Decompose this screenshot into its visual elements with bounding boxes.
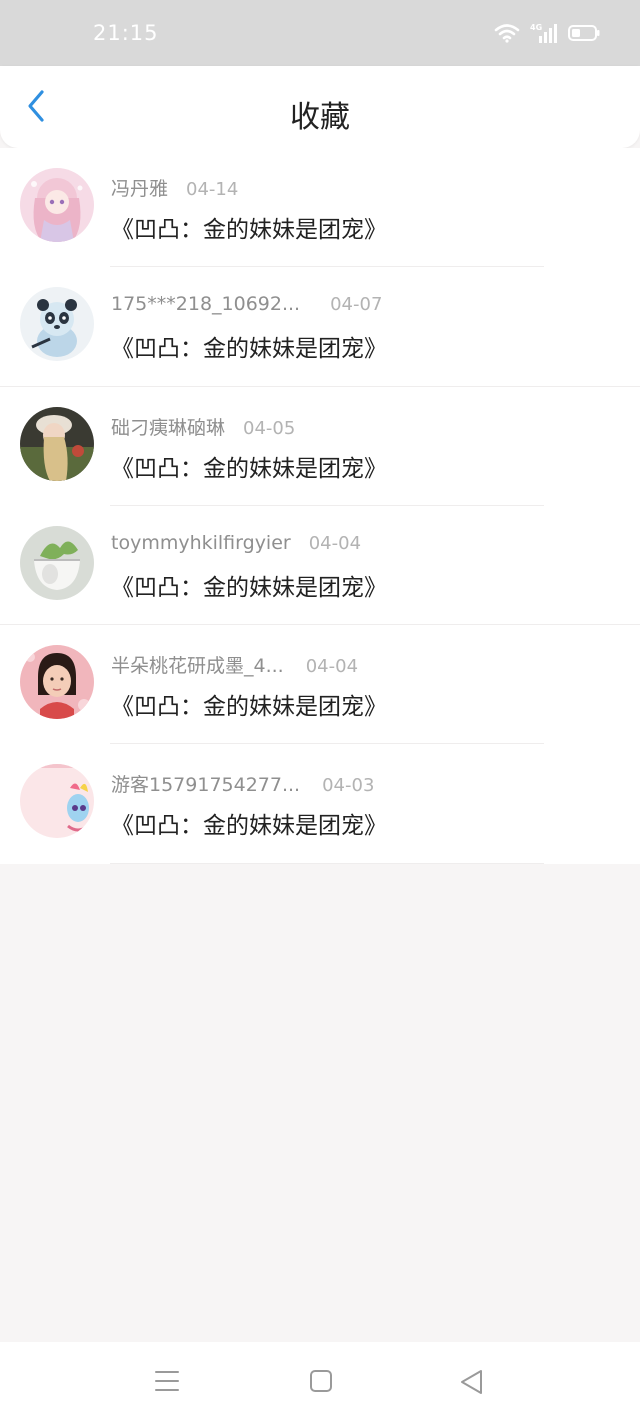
status-time: 21:15 xyxy=(93,21,159,45)
item-date: 04-04 xyxy=(308,532,362,554)
list-item[interactable]: toymmyhkilfirgyier 04-04 《凹凸：金的妹妹是团宠》 xyxy=(0,506,640,626)
item-username: 冯丹雅 xyxy=(111,178,169,200)
item-title: 《凹凸：金的妹妹是团宠》 xyxy=(111,455,387,482)
item-text: 础刁痍琳硇琳 04-05 《凹凸：金的妹妹是团宠》 xyxy=(111,413,387,483)
item-title: 《凹凸：金的妹妹是团宠》 xyxy=(111,694,387,721)
item-date: 04-04 xyxy=(305,656,359,678)
battery-icon xyxy=(568,24,600,42)
item-text: toymmyhkilfirgyier 04-04 《凹凸：金的妹妹是团宠》 xyxy=(111,532,387,602)
item-title: 《凹凸：金的妹妹是团宠》 xyxy=(111,217,387,243)
divider xyxy=(110,862,544,864)
item-text: 半朵桃花研成墨_4... 04-04 《凹凸：金的妹妹是团宠》 xyxy=(111,651,387,721)
system-nav-bar xyxy=(0,1342,640,1422)
network-label: 4G xyxy=(530,23,542,32)
list-item[interactable]: 175***218_10692... 04-07 《凹凸：金的妹妹是团宠》 xyxy=(0,267,640,387)
menu-icon[interactable] xyxy=(155,1369,179,1397)
item-date: 04-14 xyxy=(186,179,239,200)
page-title: 收藏 xyxy=(290,100,350,135)
favorites-list: 冯丹雅 04-14 《凹凸：金的妹妹是团宠》 175***218_10692..… xyxy=(0,148,640,864)
plant-pot-avatar xyxy=(20,525,94,600)
header: 收藏 xyxy=(0,66,640,148)
panda-avatar xyxy=(20,287,94,362)
item-date: 04-05 xyxy=(243,417,296,439)
item-username: 175***218_10692... xyxy=(111,293,301,316)
pony-avatar xyxy=(20,764,94,839)
item-username: 游客15791754277... xyxy=(111,774,301,797)
item-title: 《凹凸：金的妹妹是团宠》 xyxy=(111,574,387,601)
list-item[interactable]: 冯丹雅 04-14 《凹凸：金的妹妹是团宠》 xyxy=(0,148,640,268)
item-text: 游客15791754277... 04-03 《凹凸：金的妹妹是团宠》 xyxy=(111,770,387,840)
item-title: 《凹凸：金的妹妹是团宠》 xyxy=(111,336,387,363)
anime-girl-avatar xyxy=(20,168,94,242)
4g-signal-icon: 4G xyxy=(530,22,558,44)
list-item[interactable]: 游客15791754277... 04-03 《凹凸：金的妹妹是团宠》 xyxy=(0,744,640,864)
status-bar: 21:15 4G xyxy=(0,0,640,66)
item-text: 175***218_10692... 04-07 《凹凸：金的妹妹是团宠》 xyxy=(111,293,387,363)
list-item[interactable]: 半朵桃花研成墨_4... 04-04 《凹凸：金的妹妹是团宠》 xyxy=(0,625,640,745)
item-username: 础刁痍琳硇琳 xyxy=(111,416,226,439)
home-square-icon[interactable] xyxy=(309,1369,333,1397)
back-triangle-icon[interactable] xyxy=(459,1369,485,1399)
wifi-icon xyxy=(494,23,520,43)
item-date: 04-07 xyxy=(330,294,383,316)
girl-hat-avatar xyxy=(20,406,94,481)
item-text: 冯丹雅 04-14 《凹凸：金的妹妹是团宠》 xyxy=(111,174,387,244)
item-username: 半朵桃花研成墨_4... xyxy=(111,655,284,678)
item-username: toymmyhkilfirgyier xyxy=(111,531,291,554)
item-title: 《凹凸：金的妹妹是团宠》 xyxy=(111,813,387,840)
list-item[interactable]: 础刁痍琳硇琳 04-05 《凹凸：金的妹妹是团宠》 xyxy=(0,387,640,506)
item-date: 04-03 xyxy=(322,775,375,797)
child-photo-avatar xyxy=(20,645,94,720)
status-icons: 4G xyxy=(494,22,600,44)
